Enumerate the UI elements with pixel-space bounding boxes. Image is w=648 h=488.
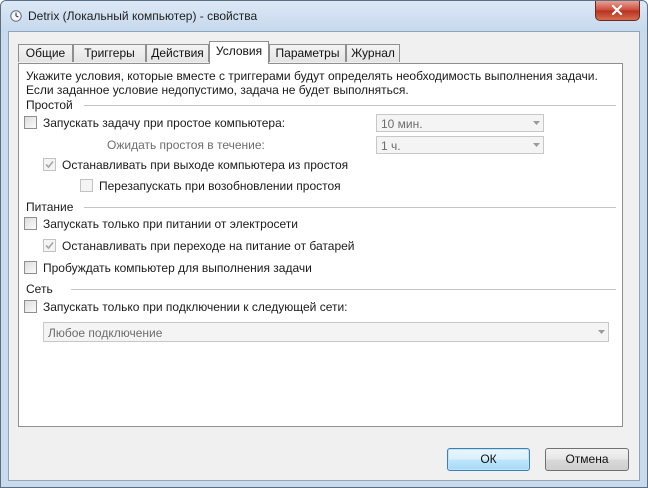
power-group-label: Питание <box>26 200 74 214</box>
properties-window: Detrix (Локальный компьютер) - свойства … <box>0 0 648 488</box>
close-icon <box>611 5 623 15</box>
idle-group-divider <box>84 105 616 106</box>
chevron-down-icon <box>533 143 540 147</box>
tab-conditions[interactable]: Условия <box>209 41 269 64</box>
conditions-panel: Укажите условия, которые вместе с тригге… <box>18 63 623 427</box>
dialog-body: Общие Триггеры Действия Условия Параметр… <box>8 31 640 481</box>
stop-on-idle-end-label: Останавливать при выходе компьютера из п… <box>62 158 349 172</box>
network-only-checkbox[interactable] <box>24 300 37 313</box>
wake-to-run-checkbox[interactable] <box>24 261 37 274</box>
ac-power-only-label: Запускать только при питании от электрос… <box>43 217 298 231</box>
intro-text-line-2: Если заданное условие недопустимо, задач… <box>26 83 409 97</box>
stop-on-battery-label: Останавливать при переходе на питание от… <box>62 239 355 253</box>
tab-settings[interactable]: Параметры <box>269 44 346 62</box>
wait-idle-label: Ожидать простоя в течение: <box>107 138 265 152</box>
idle-duration-value: 10 мин. <box>381 117 423 131</box>
power-group-divider <box>84 207 616 208</box>
checkmark-icon <box>45 160 54 169</box>
intro-text-line-1: Укажите условия, которые вместе с тригге… <box>26 69 598 83</box>
stop-on-idle-end-checkbox[interactable] <box>43 158 56 171</box>
restart-on-idle-resume-checkbox[interactable] <box>80 179 93 192</box>
wake-to-run-label: Пробуждать компьютер для выполнения зада… <box>43 261 312 275</box>
restart-on-idle-resume-label: Перезапускать при возобновлении простоя <box>99 179 341 193</box>
checkmark-icon <box>45 241 54 250</box>
network-select[interactable]: Любое подключение <box>43 322 609 342</box>
network-select-value: Любое подключение <box>48 326 163 340</box>
window-title: Detrix (Локальный компьютер) - свойства <box>28 9 258 23</box>
chevron-down-icon <box>598 330 605 334</box>
network-only-label: Запускать только при подключении к следу… <box>43 300 348 314</box>
ac-power-only-checkbox[interactable] <box>24 217 37 230</box>
tab-history[interactable]: Журнал <box>346 44 400 62</box>
clock-icon <box>10 10 22 22</box>
idle-group-label: Простой <box>26 98 73 112</box>
tab-general[interactable]: Общие <box>18 44 73 62</box>
start-if-idle-checkbox[interactable] <box>24 116 37 129</box>
wait-duration-value: 1 ч. <box>381 139 401 153</box>
cancel-button[interactable]: Отмена <box>545 448 629 471</box>
tab-triggers[interactable]: Триггеры <box>73 44 146 62</box>
start-if-idle-label: Запускать задачу при простое компьютера: <box>43 116 286 130</box>
chevron-down-icon <box>533 121 540 125</box>
wait-duration-combo[interactable]: 1 ч. <box>376 136 544 154</box>
ok-button[interactable]: ОК <box>447 448 530 471</box>
stop-on-battery-checkbox[interactable] <box>43 239 56 252</box>
close-button[interactable] <box>595 1 640 21</box>
tab-actions[interactable]: Действия <box>146 44 209 62</box>
network-group-label: Сеть <box>26 282 53 296</box>
title-bar[interactable]: Detrix (Локальный компьютер) - свойства <box>1 1 647 31</box>
network-group-divider <box>71 289 616 290</box>
idle-duration-combo[interactable]: 10 мин. <box>376 114 544 132</box>
